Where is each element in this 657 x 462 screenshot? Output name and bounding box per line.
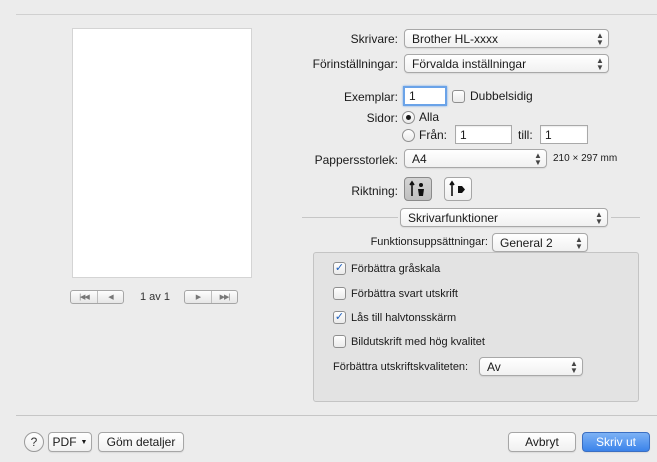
pages-from-value: 1 (460, 127, 467, 142)
quality-value: Av (487, 359, 501, 374)
pages-range-option[interactable]: Från: (402, 128, 447, 142)
first-page-icon[interactable]: |◀◀ (71, 291, 97, 303)
printer-label: Skrivare: (350, 32, 398, 46)
pages-all-option[interactable]: Alla (402, 110, 439, 124)
pdf-menu-button[interactable]: PDF ▼ (48, 432, 92, 452)
option-row-1[interactable]: Förbättra svart utskrift (333, 287, 458, 300)
copies-label: Exemplar: (343, 90, 398, 104)
pdf-label: PDF (52, 435, 77, 449)
paper-size-value: A4 (412, 151, 427, 166)
presets-value: Förvalda inställningar (412, 56, 527, 71)
updown-arrows-icon: ▲ ▼ (575, 234, 583, 251)
print-label: Skriv ut (595, 435, 636, 449)
landscape-icon (449, 180, 465, 196)
option-label-2: Lås till halvtonsskärm (351, 311, 457, 324)
pager-forward-buttons: ▶ ▶▶| (183, 290, 238, 304)
paper-size-select[interactable]: A4 ▲ ▼ (404, 149, 547, 168)
duplex-checkbox[interactable] (452, 89, 465, 103)
cancel-label: Avbryt (525, 435, 559, 449)
presets-label: Förinställningar: (312, 57, 398, 71)
feature-sets-value: General 2 (500, 235, 553, 250)
pages-to-value: 1 (545, 127, 552, 142)
quality-label: Förbättra utskriftskvaliteten: (333, 361, 469, 373)
chevron-down-icon: ▼ (80, 438, 88, 446)
help-button[interactable]: ? (24, 432, 44, 452)
printer-value: Brother HL-xxxx (412, 31, 499, 46)
top-separator (16, 14, 657, 15)
print-preview-page (72, 28, 252, 278)
section-divider-left (302, 217, 398, 218)
option-row-3[interactable]: Bildutskrift med hög kvalitet (333, 335, 485, 348)
pages-from-field[interactable]: 1 (455, 125, 512, 144)
last-page-icon[interactable]: ▶▶| (210, 291, 237, 303)
pager-back-buttons: |◀◀ ◀ (70, 290, 124, 304)
pages-all-radio[interactable] (402, 110, 415, 124)
copies-field[interactable]: 1 (403, 86, 447, 106)
print-button[interactable]: Skriv ut (582, 432, 650, 452)
orientation-label: Riktning: (351, 184, 398, 198)
updown-arrows-icon: ▲ ▼ (534, 150, 542, 167)
hide-details-button[interactable]: Göm detaljer (98, 432, 184, 452)
option-label-0: Förbättra gråskala (351, 262, 441, 275)
option-checkbox-0[interactable]: ✓ (333, 262, 346, 275)
option-checkbox-2[interactable]: ✓ (333, 311, 346, 324)
section-divider-right (611, 217, 640, 218)
option-label-3: Bildutskrift med hög kvalitet (351, 335, 485, 348)
option-checkbox-3[interactable] (333, 335, 346, 348)
cancel-button[interactable]: Avbryt (508, 432, 576, 452)
presets-select[interactable]: Förvalda inställningar ▲ ▼ (404, 54, 609, 73)
feature-sets-label: Funktionsuppsättningar: (370, 236, 488, 248)
option-label-1: Förbättra svart utskrift (351, 287, 458, 300)
next-page-icon[interactable]: ▶ (185, 291, 211, 303)
prev-page-icon[interactable]: ◀ (97, 291, 123, 303)
option-checkbox-1[interactable] (333, 287, 346, 300)
pages-from-label: Från: (419, 128, 448, 142)
paper-size-label: Pappersstorlek: (314, 153, 398, 167)
footer-separator (16, 415, 657, 416)
option-row-0[interactable]: ✓ Förbättra gråskala (333, 262, 440, 275)
paper-dimensions: 210 × 297 mm (553, 153, 618, 164)
updown-arrows-icon: ▲ ▼ (596, 55, 604, 72)
feature-sets-select[interactable]: General 2 ▲ ▼ (492, 233, 588, 252)
updown-arrows-icon: ▲ ▼ (596, 30, 604, 47)
landscape-orientation-button[interactable] (444, 177, 472, 201)
pages-to-label: till: (518, 128, 533, 142)
preview-pager: |◀◀ ◀ 1 av 1 ▶ ▶▶| (70, 289, 238, 305)
hide-details-label: Göm detaljer (106, 435, 176, 449)
quality-select[interactable]: Av ▲ ▼ (479, 357, 583, 376)
pages-to-field[interactable]: 1 (540, 125, 588, 144)
help-icon: ? (30, 435, 38, 449)
duplex-option[interactable]: Dubbelsidig (452, 89, 533, 103)
portrait-orientation-button[interactable] (404, 177, 432, 201)
copies-value: 1 (409, 89, 416, 103)
option-row-2[interactable]: ✓ Lås till halvtonsskärm (333, 311, 456, 324)
pages-all-label: Alla (419, 110, 440, 124)
portrait-icon (409, 180, 424, 196)
page-indicator: 1 av 1 (140, 291, 170, 303)
pages-label: Sidor: (366, 111, 398, 125)
section-select[interactable]: Skrivarfunktioner ▲ ▼ (400, 208, 608, 227)
pages-range-radio[interactable] (402, 128, 415, 142)
printer-select[interactable]: Brother HL-xxxx ▲ ▼ (404, 29, 609, 48)
section-value: Skrivarfunktioner (408, 210, 499, 225)
updown-arrows-icon: ▲ ▼ (570, 358, 578, 375)
updown-arrows-icon: ▲ ▼ (595, 209, 603, 226)
duplex-label: Dubbelsidig (470, 89, 533, 103)
